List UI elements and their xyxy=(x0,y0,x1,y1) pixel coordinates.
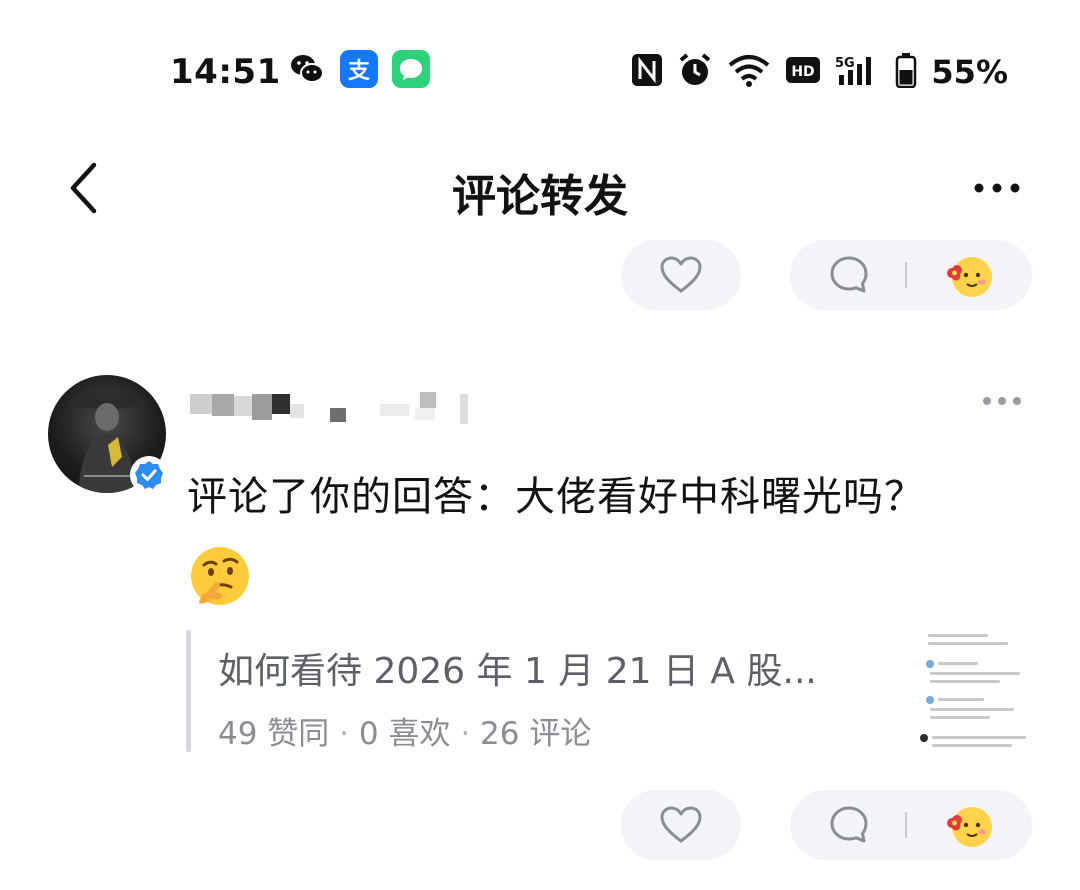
page-title: 评论转发 xyxy=(452,171,628,222)
more-dots-icon xyxy=(974,183,1020,193)
alipay-glyph: 支 xyxy=(347,59,370,84)
comments-count: 26 评论 xyxy=(480,716,592,752)
previous-item-actions xyxy=(0,240,1080,310)
quoted-answer-card[interactable]: 如何看待 2026 年 1 月 21 日 A 股... 49 赞同 · 0 喜欢… xyxy=(186,630,1036,752)
like-button[interactable] xyxy=(621,790,741,860)
emoji-reaction-icon[interactable] xyxy=(942,801,994,849)
heart-icon xyxy=(660,256,702,293)
wechat-icon xyxy=(288,50,326,92)
status-app-icons: 支 xyxy=(288,50,430,92)
more-dots-icon xyxy=(983,397,1021,405)
favorites-count: 0 喜欢 xyxy=(358,716,451,752)
stat-separator: · xyxy=(339,716,350,752)
stat-separator: · xyxy=(460,716,471,752)
alipay-icon: 支 xyxy=(340,50,378,88)
redacted-username-pixels xyxy=(190,392,468,424)
status-right-icons: HD 5G 55% xyxy=(631,52,1008,92)
pill-divider xyxy=(905,812,907,838)
verified-badge xyxy=(130,456,168,494)
comment-text[interactable]: 评论了你的回答：大佬看好中科曙光吗？ xyxy=(187,464,925,522)
hd-icon: HD xyxy=(785,55,821,89)
quoted-thumbnail-image xyxy=(916,630,1030,750)
quoted-question-title[interactable]: 如何看待 2026 年 1 月 21 日 A 股... xyxy=(218,642,817,694)
alarm-icon xyxy=(677,52,713,92)
reply-button[interactable] xyxy=(790,240,1032,310)
battery-percent: 55% xyxy=(931,53,1008,91)
comment-bubble-icon xyxy=(830,806,868,843)
emoji-reaction-icon[interactable] xyxy=(942,251,994,299)
quoted-answer-stats: 49 赞同 · 0 喜欢 · 26 评论 xyxy=(218,708,591,753)
status-bar: 14:51 支 HD 5G 55% xyxy=(0,0,1080,140)
pill-divider xyxy=(905,262,907,288)
heart-icon xyxy=(660,806,702,843)
username-redacted[interactable] xyxy=(190,390,480,430)
nfc-icon xyxy=(631,53,663,91)
like-button[interactable] xyxy=(621,240,741,310)
messages-icon xyxy=(392,50,430,88)
reply-button[interactable] xyxy=(790,790,1032,860)
battery-icon xyxy=(895,52,917,92)
5g-signal-icon: 5G xyxy=(835,53,881,91)
verified-check-icon xyxy=(135,461,163,489)
svg-text:5G: 5G xyxy=(835,56,855,71)
top-nav-bar: 评论转发 xyxy=(0,140,1080,240)
wifi-icon xyxy=(727,53,771,91)
item-actions xyxy=(0,790,1080,860)
more-options-button[interactable] xyxy=(972,168,1022,208)
likes-count: 49 赞同 xyxy=(218,716,330,752)
thinking-emoji-icon xyxy=(187,545,253,611)
quote-bar xyxy=(186,630,191,752)
status-time: 14:51 xyxy=(170,52,281,92)
svg-text:HD: HD xyxy=(792,64,815,80)
comment-bubble-icon xyxy=(830,256,868,293)
item-more-button[interactable] xyxy=(982,392,1022,416)
